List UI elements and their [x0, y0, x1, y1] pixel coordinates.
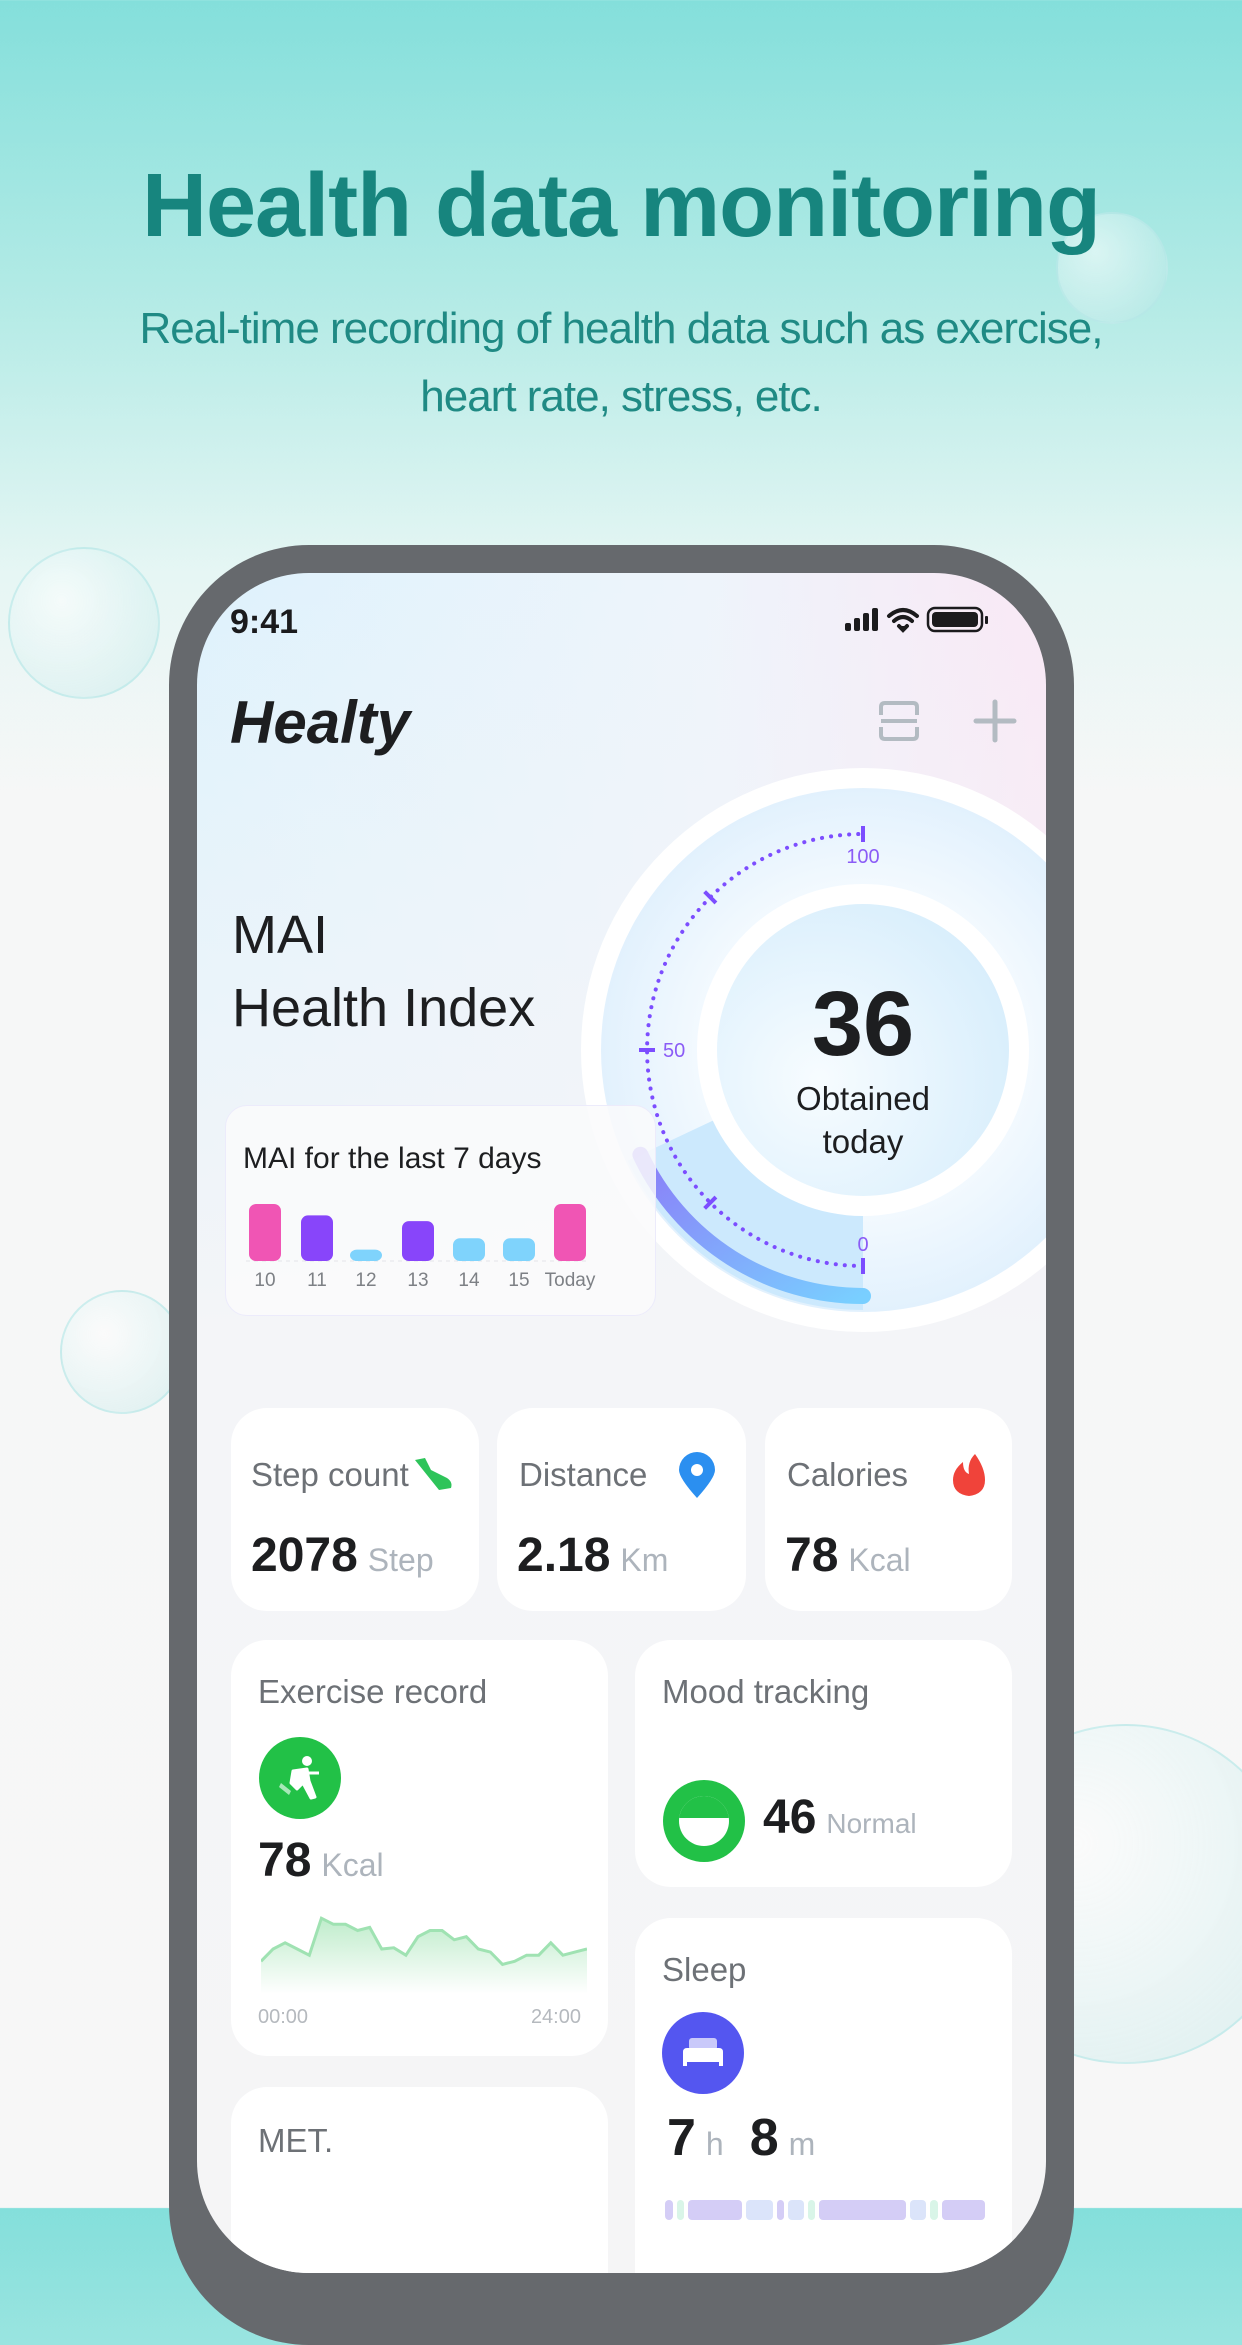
chart-tick-label: 15: [508, 1270, 529, 1291]
smile-icon: [663, 1780, 745, 1862]
met-card[interactable]: MET.: [231, 2087, 608, 2273]
exercise-card[interactable]: Exercise record 78 Kcal 00:00 24:00: [231, 1640, 608, 2056]
stat-unit: Step: [367, 1542, 434, 1578]
mai-7days-card[interactable]: MAI for the last 7 days 10 11 12 13 14 15 Toda…: [225, 1105, 656, 1316]
hero-subtitle: Real-time recording of health data such …: [139, 304, 1104, 421]
sleep-minutes-unit: m: [788, 2126, 816, 2162]
chart-tick-label: 13: [407, 1270, 428, 1291]
stat-label: Distance: [519, 1456, 648, 1493]
decor-bubble: [8, 547, 160, 699]
location-pin-icon: [679, 1452, 715, 1498]
stat-value: 78: [785, 1529, 839, 1582]
exercise-x-start: 00:00: [258, 2006, 309, 2028]
stat-label: Calories: [787, 1456, 909, 1493]
chart-tick-label: 11: [307, 1270, 327, 1291]
exercise-unit: Kcal: [321, 1847, 384, 1883]
decor-bubble: [60, 1290, 184, 1414]
sleep-stage-bar: [665, 2200, 985, 2220]
health-index-value: 36: [812, 973, 914, 1075]
gauge-label-0: 0: [857, 1234, 868, 1256]
chart-bar: [249, 1204, 281, 1261]
exercise-chart: [261, 1916, 587, 1994]
chart-bar: [350, 1249, 382, 1261]
stat-card-distance[interactable]: Distance 2.18 Km: [497, 1408, 746, 1611]
health-index-caption-2: today: [823, 1123, 904, 1160]
stat-unit: Kcal: [848, 1542, 911, 1578]
chart-bar: [554, 1204, 586, 1261]
chart-bar: [503, 1238, 535, 1261]
mood-title: Mood tracking: [662, 1673, 870, 1710]
stat-value: 2.18: [517, 1529, 611, 1582]
stat-card-calories[interactable]: Calories 78 Kcal: [765, 1408, 1012, 1611]
sleep-minutes: 8: [749, 2109, 779, 2167]
met-title: MET.: [258, 2122, 334, 2159]
mood-value: 46: [763, 1791, 817, 1844]
exercise-title: Exercise record: [258, 1673, 488, 1710]
flame-icon: [953, 1454, 985, 1496]
exercise-value: 78: [258, 1834, 312, 1887]
gauge-label-50: 50: [663, 1040, 685, 1062]
stat-unit: Km: [620, 1542, 669, 1578]
phone-screen: 9:41 Healty MAI Health Index 100 50 0 36…: [197, 573, 1046, 2273]
health-index-caption-1: Obtained: [796, 1080, 930, 1117]
stat-label: Step count: [251, 1456, 409, 1493]
chart-tick-label: Today: [545, 1270, 596, 1291]
hero-title: Health data monitoring: [141, 156, 1101, 256]
sleep-card[interactable]: Sleep 7h8m: [635, 1918, 1012, 2273]
stat-card-steps[interactable]: Step count 2078 Step: [231, 1408, 479, 1611]
gauge-label-100: 100: [846, 846, 879, 868]
mai-7days-chart: 10 11 12 13 14 15 Today: [246, 1204, 596, 1291]
stat-value: 2078: [251, 1529, 358, 1582]
chart-tick-label: 10: [254, 1270, 275, 1291]
running-icon: [259, 1737, 341, 1819]
mood-card[interactable]: Mood tracking 46 Normal: [635, 1640, 1012, 1887]
chart-tick-label: 14: [458, 1270, 480, 1291]
chart-bar: [453, 1238, 485, 1261]
chart-bar: [402, 1221, 434, 1261]
sleep-hours: 7: [667, 2109, 696, 2167]
mood-status: Normal: [826, 1808, 917, 1839]
chart-tick-label: 12: [355, 1270, 376, 1291]
bed-icon: [662, 2012, 744, 2094]
sleep-hours-unit: h: [705, 2126, 724, 2162]
exercise-x-end: 24:00: [530, 2006, 581, 2028]
sleep-title: Sleep: [662, 1951, 747, 1988]
shoe-icon: [415, 1458, 452, 1490]
chart-bar: [301, 1215, 333, 1261]
